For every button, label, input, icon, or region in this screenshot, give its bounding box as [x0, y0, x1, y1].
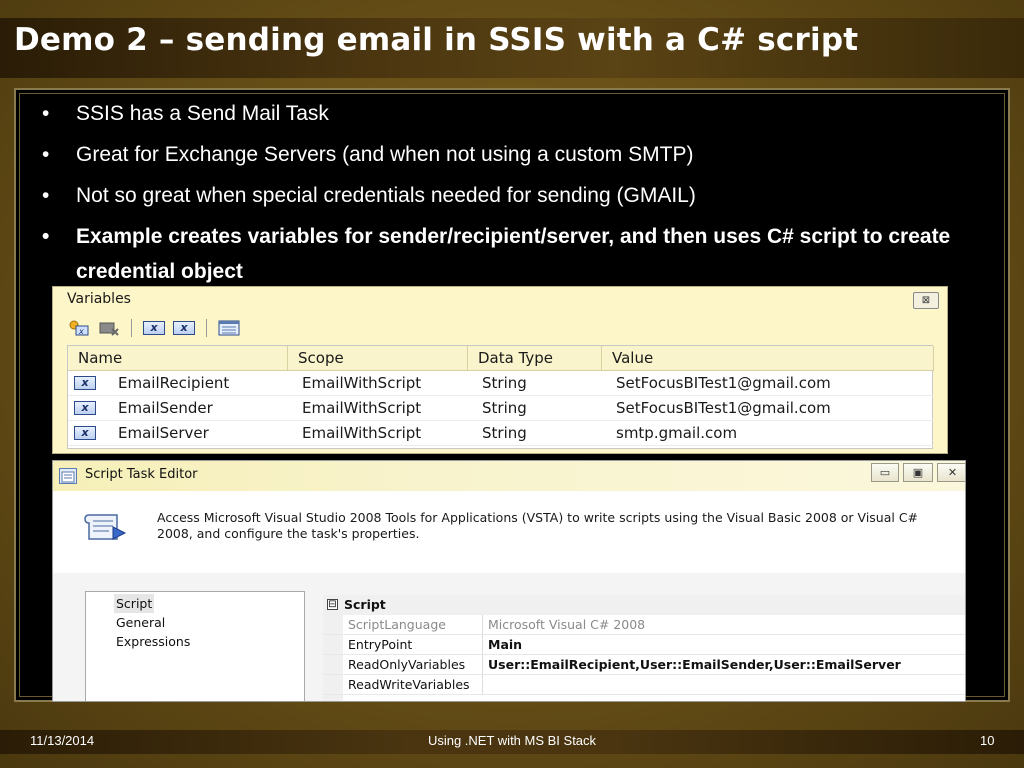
delete-variable-icon[interactable] — [97, 318, 121, 338]
table-row[interactable]: x EmailRecipient EmailWithScript String … — [68, 371, 934, 396]
property-grid: ⊟ Script ScriptLanguage Microsoft Visual… — [323, 595, 965, 701]
close-icon[interactable]: ⊠ — [913, 292, 939, 309]
bullet-item: • SSIS has a Send Mail Task — [42, 102, 329, 125]
editor-titlebar: Script Task Editor ▭ ▣ ✕ — [53, 461, 965, 491]
variables-toolbar: x x x — [67, 317, 241, 339]
close-button[interactable]: ✕ — [937, 463, 965, 482]
variable-name[interactable]: EmailServer — [104, 421, 288, 445]
variables-window-title: Variables — [67, 291, 131, 307]
table-row[interactable]: x EmailSender EmailWithScript String Set… — [68, 396, 934, 421]
property-row[interactable]: ReadOnlyVariables User::EmailRecipient,U… — [323, 655, 965, 675]
property-name: ReadWriteVariables — [323, 675, 483, 695]
property-row[interactable]: EntryPoint Main — [323, 635, 965, 655]
bullet-item-bold: • Example creates variables for sender/re… — [42, 225, 951, 283]
property-name: ScriptLanguage — [323, 615, 483, 635]
property-row[interactable]: ReadWriteVariables — [323, 675, 965, 695]
variable-value[interactable]: SetFocusBITest1@gmail.com — [602, 371, 934, 395]
variable-icon: x — [68, 421, 104, 445]
script-task-icon — [59, 468, 77, 484]
editor-nav-pane: Script General Expressions — [85, 591, 305, 701]
property-row[interactable]: ScriptLanguage Microsoft Visual C# 2008 — [323, 615, 965, 635]
variables-window: Variables ⊠ x x x Name Scope Data Type V… — [52, 286, 948, 454]
variable-value[interactable]: smtp.gmail.com — [602, 421, 934, 445]
bullet-item: • Great for Exchange Servers (and when no… — [42, 143, 694, 166]
page-number: 10 — [980, 733, 995, 748]
variable-scope: EmailWithScript — [302, 424, 422, 442]
nav-item-expressions[interactable]: Expressions — [116, 632, 304, 651]
column-header-name[interactable]: Name — [68, 346, 288, 370]
property-value[interactable]: Microsoft Visual C# 2008 — [483, 615, 965, 635]
editor-description: Access Microsoft Visual Studio 2008 Tool… — [157, 510, 919, 541]
bullet-item: • Not so great when special credentials n… — [42, 184, 696, 207]
property-value[interactable]: Main — [483, 635, 965, 655]
bullet-list: • SSIS has a Send Mail Task • Great for Ex… — [38, 96, 978, 289]
property-value[interactable] — [483, 675, 965, 695]
editor-header: Access Microsoft Visual Studio 2008 Tool… — [53, 491, 965, 573]
nav-item-script[interactable]: Script — [114, 594, 155, 613]
category-label: Script — [344, 597, 386, 612]
variable-scope: EmailWithScript — [302, 399, 422, 417]
choose-columns-icon[interactable] — [217, 318, 241, 338]
editor-title: Script Task Editor — [85, 467, 198, 482]
property-name: EntryPoint — [323, 635, 483, 655]
variable-type[interactable]: String — [468, 371, 602, 395]
variable-icon: x — [68, 371, 104, 395]
variable-type[interactable]: String — [468, 421, 602, 445]
toolbar-separator — [131, 319, 132, 337]
property-name: ReadOnlyVariables — [323, 655, 483, 675]
column-header-value[interactable]: Value — [602, 346, 934, 370]
toolbar-separator — [206, 319, 207, 337]
show-all-variables-icon[interactable]: x — [172, 318, 196, 338]
variable-value[interactable]: SetFocusBITest1@gmail.com — [602, 396, 934, 420]
variable-icon: x — [68, 396, 104, 420]
collapse-icon[interactable]: ⊟ — [327, 599, 338, 610]
variables-table: Name Scope Data Type Value x EmailRecipi… — [67, 345, 934, 449]
footer-band: 11/13/2014 Using .NET with MS BI Stack 1… — [0, 730, 1024, 754]
nav-item-general[interactable]: General — [116, 613, 304, 632]
footer-title: Using .NET with MS BI Stack — [427, 733, 597, 748]
script-task-editor-window: Script Task Editor ▭ ▣ ✕ Access Microsof… — [52, 460, 966, 702]
property-value[interactable]: User::EmailRecipient,User::EmailSender,U… — [483, 655, 965, 675]
variable-type[interactable]: String — [468, 396, 602, 420]
variable-name[interactable]: EmailSender — [104, 396, 288, 420]
slide-title: Demo 2 – sending email in SSIS with a C#… — [14, 22, 859, 58]
maximize-button[interactable]: ▣ — [903, 463, 933, 482]
svg-text:x: x — [78, 327, 84, 336]
add-variable-icon[interactable]: x — [67, 318, 91, 338]
variable-scope: EmailWithScript — [302, 374, 422, 392]
minimize-button[interactable]: ▭ — [871, 463, 899, 482]
table-row[interactable]: x EmailServer EmailWithScript String smt… — [68, 421, 934, 446]
table-header: Name Scope Data Type Value — [68, 346, 934, 371]
show-system-variables-icon[interactable]: x — [142, 318, 166, 338]
column-header-data-type[interactable]: Data Type — [468, 346, 602, 370]
variable-name[interactable]: EmailRecipient — [104, 371, 288, 395]
property-category-script[interactable]: ⊟ Script — [323, 595, 965, 615]
column-header-scope[interactable]: Scope — [288, 346, 468, 370]
script-scroll-icon — [83, 509, 127, 545]
